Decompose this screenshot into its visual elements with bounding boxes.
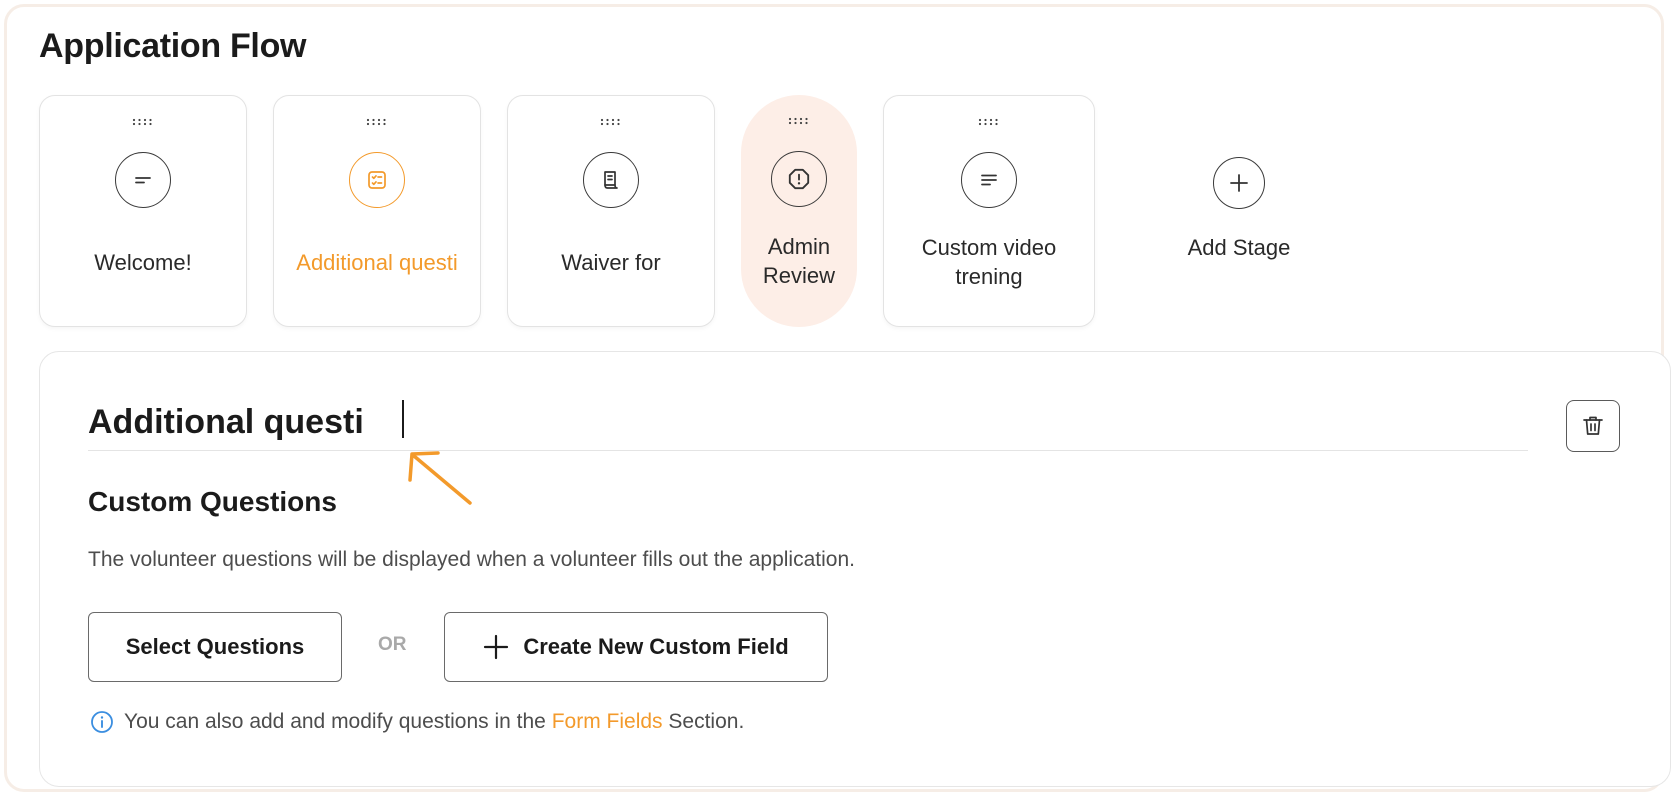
info-text-suffix: Section. [668,710,745,733]
delete-stage-button[interactable] [1566,400,1620,452]
page-title: Application Flow [39,27,307,65]
or-separator: OR [378,634,407,655]
checklist-icon [349,152,405,208]
drag-handle-icon[interactable] [132,118,154,126]
plus-icon [484,634,509,660]
annotation-arrow-icon [408,451,472,505]
create-custom-field-button[interactable]: Create New Custom Field [444,612,828,682]
plus-icon [1213,157,1265,209]
stage-label: Welcome! [94,249,192,275]
alert-icon [771,151,827,207]
stage-card-waiver[interactable]: Waiver for [507,95,715,327]
create-custom-field-label: Create New Custom Field [523,634,789,659]
info-note: You can also add and modify questions in… [90,710,744,734]
drag-handle-icon[interactable] [600,118,622,126]
stage-card-additional-questions[interactable]: Additional questi [273,95,481,327]
text-caret [402,400,404,438]
section-description: The volunteer questions will be displaye… [88,548,855,571]
trash-icon [1583,416,1603,435]
stage-card-welcome[interactable]: Welcome! [39,95,247,327]
info-icon [91,711,113,733]
text-lines-icon [961,152,1017,208]
section-title: Custom Questions [88,486,337,517]
stage-label: Additional questi [296,249,458,275]
stage-label: Custom video trening [921,235,1057,289]
select-questions-button[interactable]: Select Questions [88,612,342,682]
stage-label: Admin Review [762,234,836,288]
stage-title-input[interactable] [88,394,1528,451]
form-fields-link[interactable]: Form Fields [552,710,663,733]
drag-handle-icon[interactable] [366,118,388,126]
application-flow-card: Application Flow Welcome! Additional que… [4,4,1671,792]
drag-handle-icon[interactable] [788,117,810,125]
add-stage-button[interactable]: Add Stage [1143,95,1343,327]
document-icon [583,152,639,208]
info-text: You can also add and modify questions in… [124,710,546,733]
stage-label: Waiver for [561,249,661,275]
select-questions-label: Select Questions [125,634,305,659]
add-stage-label: Add Stage [1187,235,1291,260]
stage-card-custom-video[interactable]: Custom video trening [883,95,1095,327]
stage-card-admin-review[interactable]: Admin Review [741,95,857,327]
stage-editor-panel: Custom Questions The volunteer questions… [39,351,1671,787]
welcome-lines-icon [115,152,171,208]
drag-handle-icon[interactable] [978,118,1000,126]
